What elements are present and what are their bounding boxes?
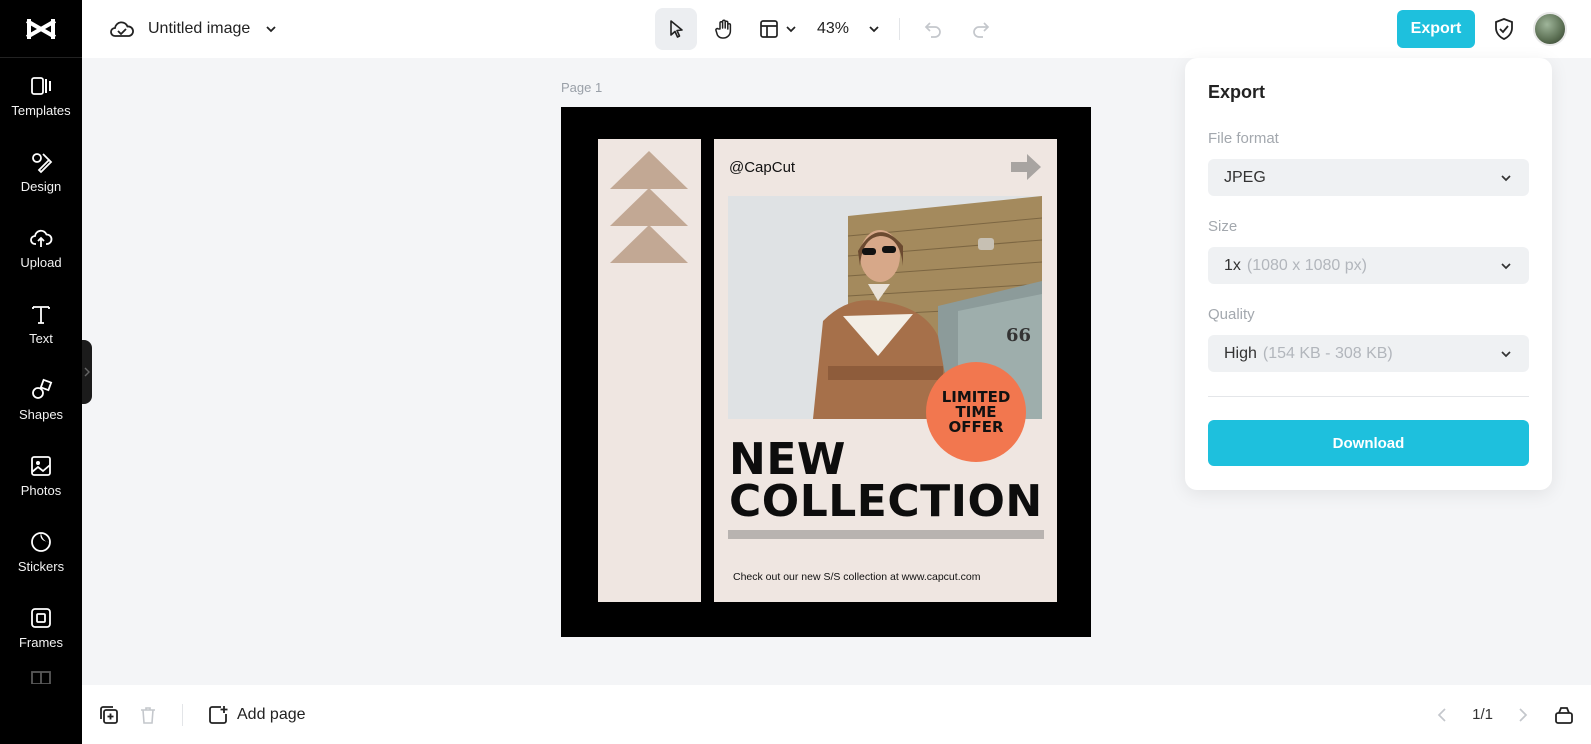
pagination: 1/1 — [1436, 685, 1575, 744]
chevron-down-icon — [1501, 174, 1511, 181]
size-value: 1x — [1224, 256, 1241, 274]
sidebar-item-label: Templates — [11, 103, 71, 118]
chevron-down-icon — [1501, 350, 1511, 357]
add-page-icon — [209, 705, 228, 724]
house-number: 66 — [1006, 325, 1031, 346]
zoom-dropdown-button[interactable] — [861, 8, 887, 50]
hand-icon — [715, 19, 732, 39]
sidebar-item-frames[interactable]: Frames — [0, 590, 82, 666]
page-label: Page 1 — [561, 80, 603, 95]
select-tool-button[interactable] — [655, 8, 697, 50]
sidebar-item-label: Text — [29, 331, 53, 346]
page-indicator: 1/1 — [1472, 706, 1493, 723]
sidebar-item-label: Frames — [18, 635, 64, 650]
page-manager-icon[interactable] — [1553, 705, 1575, 725]
export-button[interactable]: Export — [1397, 10, 1475, 48]
sidebar-item-shapes[interactable]: Shapes — [0, 362, 82, 438]
cloud-save-icon[interactable] — [110, 19, 134, 39]
size-detail: (1080 x 1080 px) — [1246, 256, 1367, 274]
sidebar-item-photos[interactable]: Photos — [0, 438, 82, 514]
trash-icon[interactable] — [138, 705, 158, 725]
limited-offer-badge[interactable]: LIMITED TIME OFFER — [926, 362, 1026, 462]
sidebar-item-label: Photos — [20, 483, 62, 498]
design-main-panel[interactable]: @CapCut 66 NEW COLLECTION Check out our … — [714, 139, 1057, 602]
chevron-right-icon[interactable] — [1517, 707, 1529, 723]
sidebar-item-label: Upload — [20, 255, 62, 270]
design-handle-text[interactable]: @CapCut — [729, 159, 795, 176]
undo-icon — [924, 22, 941, 38]
quality-label: Quality — [1208, 306, 1255, 323]
headline-underline-bar[interactable] — [728, 530, 1044, 539]
bottom-divider — [182, 703, 183, 726]
arrow-right-icon — [1011, 154, 1041, 180]
badge-line-3: OFFER — [948, 417, 1004, 436]
sidebar-item-stickers[interactable]: Stickers — [0, 514, 82, 590]
sidebar-item-label: Design — [20, 179, 62, 194]
sidebar-item-label: Stickers — [17, 559, 65, 574]
file-format-select[interactable]: JPEG — [1208, 159, 1529, 196]
templates-icon — [31, 77, 51, 95]
undo-button[interactable] — [912, 8, 954, 50]
duplicate-page-icon[interactable] — [98, 704, 120, 726]
sidebar-item-templates[interactable]: Templates — [0, 58, 82, 134]
pointer-icon — [670, 20, 683, 38]
headline-line-2: COLLECTION — [729, 476, 1043, 527]
size-select[interactable]: 1x (1080 x 1080 px) — [1208, 247, 1529, 284]
chevron-down-icon[interactable] — [264, 22, 278, 36]
chevron-down-icon — [869, 26, 879, 33]
bottom-bar: Add page 1/1 — [82, 685, 1591, 744]
capcut-logo[interactable] — [0, 0, 82, 58]
layout-tool-button[interactable] — [751, 8, 805, 50]
hand-tool-button[interactable] — [703, 8, 745, 50]
add-page-label: Add page — [237, 705, 306, 723]
upload-icon — [30, 229, 53, 247]
chevron-down-icon — [1501, 262, 1511, 269]
export-panel: Export File format JPEG Size 1x (1080 x … — [1185, 58, 1552, 490]
sidebar-more-icon[interactable] — [30, 670, 52, 689]
page-actions: Add page — [98, 685, 306, 744]
redo-button[interactable] — [960, 8, 1002, 50]
file-format-label: File format — [1208, 130, 1279, 147]
sidebar-collapse-handle[interactable] — [82, 340, 92, 404]
sidebar-item-design[interactable]: Design — [0, 134, 82, 210]
text-icon — [32, 306, 50, 324]
zoom-level[interactable]: 43% — [811, 20, 855, 38]
size-label: Size — [1208, 218, 1238, 235]
triangle-stack-graphic — [610, 151, 688, 263]
sidebar-item-upload[interactable]: Upload — [0, 210, 82, 286]
add-page-button[interactable]: Add page — [207, 704, 306, 726]
chevron-down-icon — [786, 26, 796, 33]
export-panel-divider — [1208, 396, 1529, 397]
sidebar-item-text[interactable]: Text — [0, 286, 82, 362]
tagline-text[interactable]: Check out our new S/S collection at www.… — [733, 571, 980, 583]
quality-select[interactable]: High (154 KB - 308 KB) — [1208, 335, 1529, 372]
stickers-icon — [31, 532, 51, 552]
export-panel-title: Export — [1208, 82, 1266, 102]
design-icon — [32, 153, 53, 174]
document-title-area: Untitled image — [110, 0, 278, 58]
chevron-right-icon — [84, 367, 90, 377]
shield-check-icon[interactable] — [1493, 17, 1515, 41]
quality-value: High — [1224, 344, 1257, 362]
capcut-logo-icon — [26, 18, 56, 39]
sidebar-item-label: Shapes — [18, 407, 64, 422]
topbar-right-tools: Export — [1397, 0, 1567, 58]
frames-icon — [31, 608, 51, 628]
user-avatar[interactable] — [1533, 12, 1567, 46]
canvas-tools: 43% — [655, 0, 1002, 58]
redo-icon — [973, 22, 990, 38]
top-bar: Untitled image 43% Export — [82, 0, 1591, 58]
design-left-panel[interactable] — [598, 139, 701, 602]
left-sidebar: Templates Design Upload Text Shapes Phot… — [0, 0, 82, 744]
quality-detail: (154 KB - 308 KB) — [1262, 344, 1393, 362]
layout-icon — [760, 20, 778, 38]
shapes-icon — [32, 378, 53, 399]
chevron-left-icon[interactable] — [1436, 707, 1448, 723]
toolbar-divider — [899, 18, 901, 40]
photos-icon — [31, 456, 51, 476]
download-button[interactable]: Download — [1208, 420, 1529, 466]
design-artboard[interactable]: @CapCut 66 NEW COLLECTION Check out our … — [561, 107, 1091, 637]
document-title[interactable]: Untitled image — [148, 20, 250, 38]
file-format-value: JPEG — [1224, 168, 1266, 186]
